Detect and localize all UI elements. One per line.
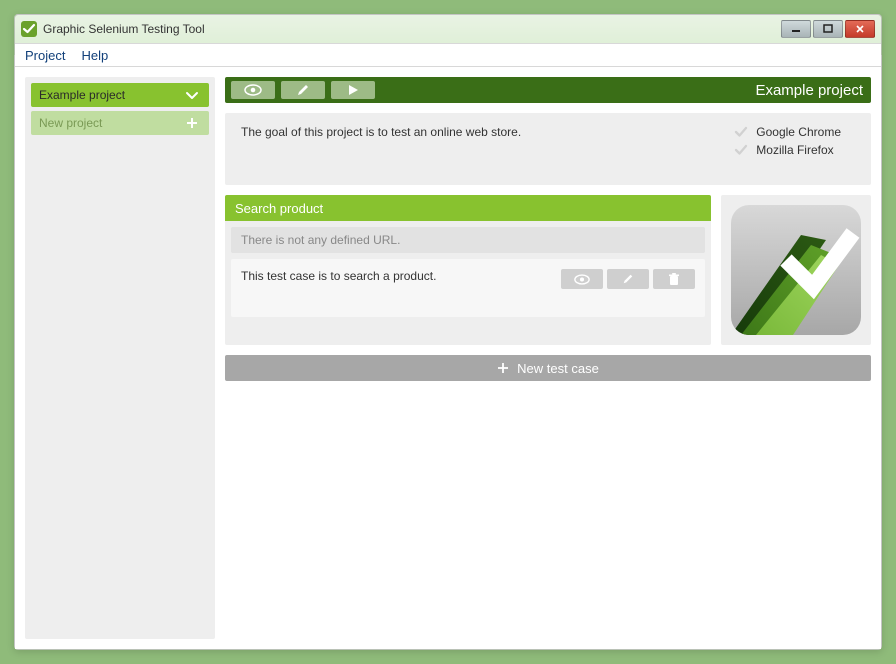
testcase-url-bar: There is not any defined URL. <box>231 227 705 253</box>
play-button[interactable] <box>331 81 375 99</box>
window-title: Graphic Selenium Testing Tool <box>43 22 205 36</box>
description-panel: The goal of this project is to test an o… <box>225 113 871 185</box>
trash-icon <box>668 273 680 286</box>
app-window: Graphic Selenium Testing Tool Project He… <box>14 14 882 650</box>
main-panel: Example project The goal of this project… <box>225 77 871 639</box>
chevron-down-icon <box>183 86 201 104</box>
menu-project[interactable]: Project <box>25 48 65 63</box>
sidebar: Example project New project <box>25 77 215 639</box>
content-area: Example project New project <box>15 67 881 649</box>
testcase-title: Search product <box>235 201 323 216</box>
testcase-section: Search product There is not any defined … <box>225 195 871 345</box>
testcase-header[interactable]: Search product <box>225 195 711 221</box>
project-header: Example project <box>225 77 871 103</box>
testcase-panel: Search product There is not any defined … <box>225 195 711 345</box>
browser-firefox: Mozilla Firefox <box>734 143 841 157</box>
sidebar-item-new-project[interactable]: New project <box>31 111 209 135</box>
play-icon <box>347 84 359 96</box>
sidebar-item-label: Example project <box>39 88 125 102</box>
pencil-icon <box>622 273 634 285</box>
window-controls <box>781 20 875 38</box>
app-icon <box>21 21 37 37</box>
minimize-button[interactable] <box>781 20 811 38</box>
sidebar-item-label: New project <box>39 116 102 130</box>
close-button[interactable] <box>845 20 875 38</box>
view-button[interactable] <box>231 81 275 99</box>
maximize-button[interactable] <box>813 20 843 38</box>
plus-icon <box>183 114 201 132</box>
check-icon <box>734 125 748 139</box>
check-icon <box>734 143 748 157</box>
browser-list: Google Chrome Mozilla Firefox <box>734 125 859 173</box>
new-test-case-label: New test case <box>517 361 599 376</box>
testcase-view-button[interactable] <box>561 269 603 289</box>
app-logo-panel <box>721 195 871 345</box>
testcase-actions <box>561 269 695 307</box>
browser-label: Mozilla Firefox <box>756 143 833 157</box>
plus-icon <box>497 362 509 374</box>
browser-label: Google Chrome <box>756 125 841 139</box>
testcase-body: This test case is to search a product. <box>231 259 705 317</box>
sidebar-item-example-project[interactable]: Example project <box>31 83 209 107</box>
testcase-url-message: There is not any defined URL. <box>241 233 400 247</box>
project-description: The goal of this project is to test an o… <box>237 125 714 173</box>
testcase-delete-button[interactable] <box>653 269 695 289</box>
titlebar[interactable]: Graphic Selenium Testing Tool <box>15 15 881 43</box>
menubar: Project Help <box>15 43 881 67</box>
edit-button[interactable] <box>281 81 325 99</box>
new-test-case-button[interactable]: New test case <box>225 355 871 381</box>
project-title: Example project <box>755 82 863 99</box>
menu-help[interactable]: Help <box>81 48 108 63</box>
browser-chrome: Google Chrome <box>734 125 841 139</box>
eye-icon <box>574 274 590 285</box>
app-logo <box>731 205 861 335</box>
pencil-icon <box>296 83 310 97</box>
testcase-edit-button[interactable] <box>607 269 649 289</box>
testcase-description: This test case is to search a product. <box>241 269 551 307</box>
eye-icon <box>244 84 262 96</box>
